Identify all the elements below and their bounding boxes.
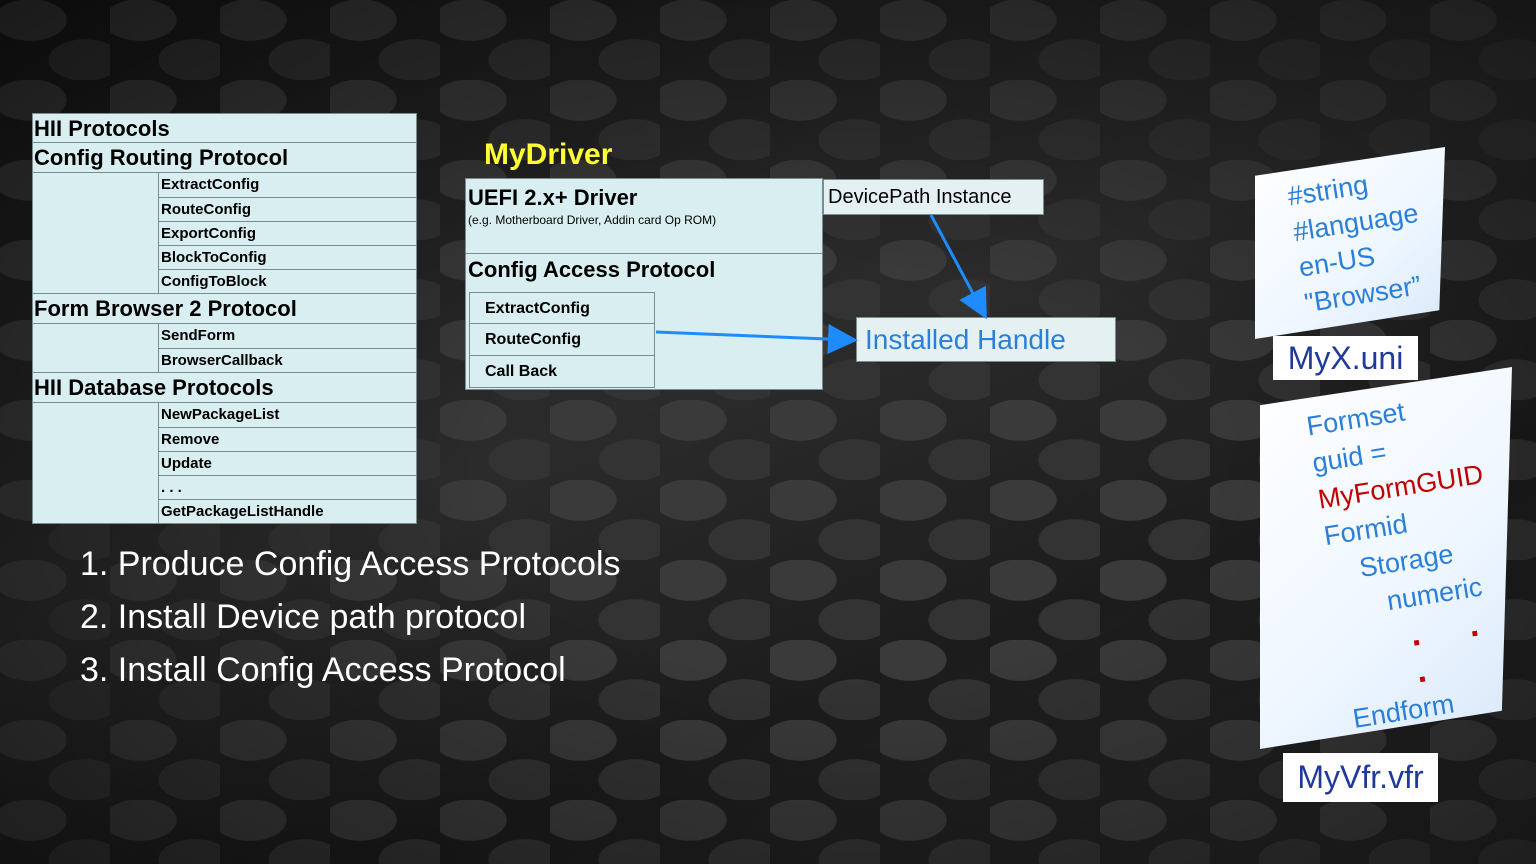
uni-file-paper: #string #language en-US "Browser” [1255, 147, 1445, 339]
uni-file-content: #string #language en-US "Browser” [1285, 159, 1432, 321]
vfr-file-label: MyVfr.vfr [1283, 753, 1438, 802]
steps-list: 1. Produce Config Access Protocols 2. In… [80, 543, 621, 702]
step-item: 2. Install Device path protocol [80, 598, 527, 636]
devicepath-arrow [929, 214, 987, 320]
routeconfig-arrow [655, 324, 858, 355]
vfr-file-paper: Formset guid = MyFormGUID Formid Storage… [1260, 367, 1512, 749]
step-item: 3. Install Config Access Protocol [80, 651, 566, 689]
step-item: 1. Produce Config Access Protocols [80, 545, 621, 583]
uni-file-label: MyX.uni [1273, 336, 1418, 380]
